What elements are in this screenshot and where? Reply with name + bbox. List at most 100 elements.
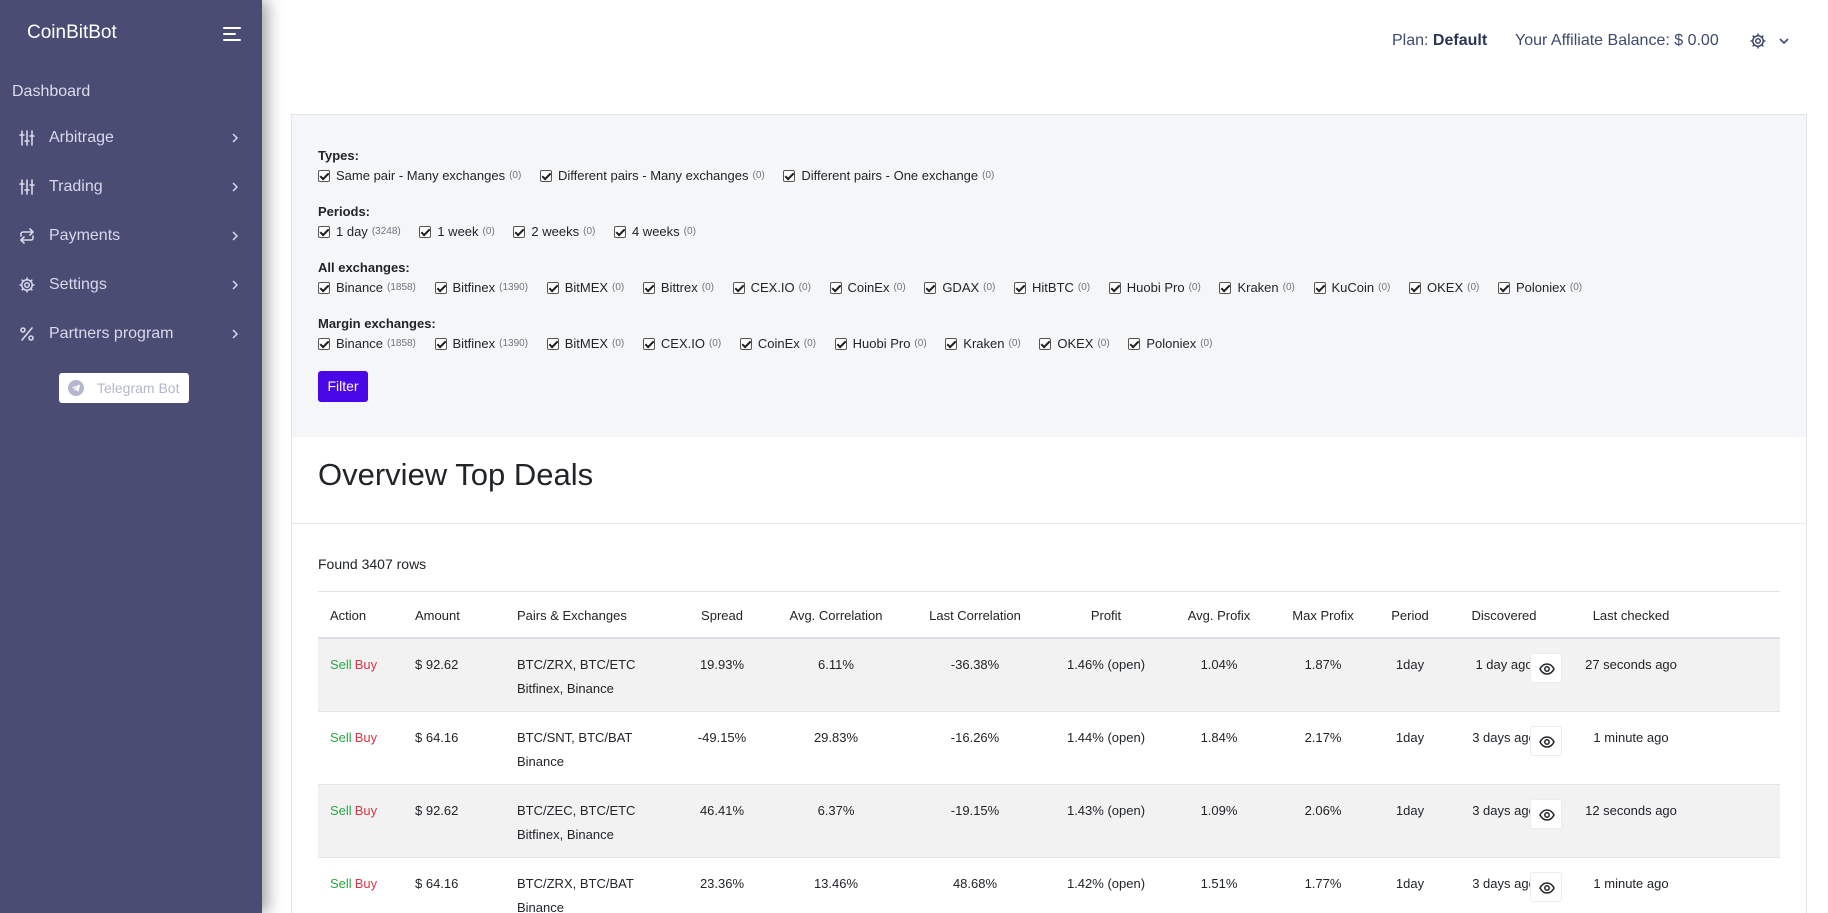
filter-period-option[interactable]: 1 week (0) <box>419 224 495 239</box>
checkbox[interactable] <box>318 225 330 238</box>
filter-exchange-option[interactable]: GDAX (0) <box>924 280 995 295</box>
col-spread[interactable]: Spread <box>701 608 743 623</box>
filter-exchange-option[interactable]: OKEX (0) <box>1409 280 1479 295</box>
buy-link[interactable]: Buy <box>355 876 377 891</box>
view-button[interactable] <box>1530 872 1562 902</box>
checkbox[interactable] <box>1014 281 1027 294</box>
checkbox[interactable] <box>1108 281 1121 294</box>
brand-logo[interactable]: CoinBitBot <box>27 22 117 44</box>
filter-margin-option[interactable]: Kraken (0) <box>945 336 1021 351</box>
checkbox[interactable] <box>513 225 526 238</box>
filter-margin-option[interactable]: CoinEx (0) <box>739 336 816 351</box>
checkbox[interactable] <box>419 225 432 238</box>
filter-exchange-option[interactable]: HitBTC (0) <box>1014 280 1090 295</box>
sidebar-item-partners-program[interactable]: Partners program <box>0 315 262 355</box>
last-checked-cell: 12 seconds ago <box>1585 803 1677 818</box>
sell-link[interactable]: Sell <box>330 730 352 745</box>
filter-exchange-option[interactable]: Kraken (0) <box>1219 280 1295 295</box>
checkbox[interactable] <box>924 281 937 294</box>
sidebar-item-arbitrage[interactable]: Arbitrage <box>0 119 262 159</box>
sidebar-item-payments[interactable]: Payments <box>0 217 262 257</box>
filter-margin-option[interactable]: BitMEX (0) <box>546 336 624 351</box>
filter-exchange-option[interactable]: Bitfinex (1390) <box>434 280 528 295</box>
filter-type-option[interactable]: Same pair - Many exchanges (0) <box>318 168 521 183</box>
col-last-correlation[interactable]: Last Correlation <box>929 608 1021 623</box>
checkbox[interactable] <box>1128 337 1141 350</box>
filter-margin-option[interactable]: Huobi Pro (0) <box>834 336 927 351</box>
col-avg-correlation[interactable]: Avg. Correlation <box>790 608 883 623</box>
filter-button[interactable]: Filter <box>318 371 368 402</box>
sell-link[interactable]: Sell <box>330 876 352 891</box>
filter-period-option[interactable]: 1 day (3248) <box>318 224 401 239</box>
checkbox[interactable] <box>539 169 552 182</box>
checkbox[interactable] <box>783 169 796 182</box>
col-amount[interactable]: Amount <box>415 608 460 623</box>
action-cell: Sell Buy <box>330 730 377 745</box>
filter-margin-option[interactable]: Binance (1858) <box>318 336 416 351</box>
filter-exchange-option[interactable]: BitMEX (0) <box>546 280 624 295</box>
col-last-checked[interactable]: Last checked <box>1593 608 1670 623</box>
filter-exchange-option[interactable]: KuCoin (0) <box>1313 280 1390 295</box>
filter-type-option[interactable]: Different pairs - Many exchanges (0) <box>539 168 765 183</box>
checkbox[interactable] <box>546 337 559 350</box>
filter-exchange-option[interactable]: CEX.IO (0) <box>732 280 811 295</box>
col-pairs[interactable]: Pairs & Exchanges <box>517 608 627 623</box>
checkbox[interactable] <box>434 337 447 350</box>
col-action[interactable]: Action <box>330 608 366 623</box>
checkbox[interactable] <box>434 281 447 294</box>
col-max-profix[interactable]: Max Profix <box>1292 608 1353 623</box>
chevron-down-icon[interactable] <box>1777 35 1791 47</box>
filter-exchange-option[interactable]: Bittrex (0) <box>642 280 714 295</box>
col-discovered[interactable]: Discovered <box>1471 608 1536 623</box>
menu-toggle-icon[interactable] <box>223 26 243 42</box>
filter-margin-option[interactable]: Bitfinex (1390) <box>434 336 528 351</box>
buy-link[interactable]: Buy <box>355 730 377 745</box>
filter-exchange-option[interactable]: CoinEx (0) <box>829 280 906 295</box>
checkbox[interactable] <box>834 337 847 350</box>
view-button[interactable] <box>1530 726 1562 756</box>
filter-margin-option[interactable]: OKEX (0) <box>1039 336 1110 351</box>
exchanges-cell: Bitfinex, Binance <box>517 681 614 696</box>
filter-exchange-option[interactable]: Poloniex (0) <box>1497 280 1582 295</box>
filter-period-option[interactable]: 4 weeks (0) <box>613 224 696 239</box>
col-avg-profix[interactable]: Avg. Profix <box>1188 608 1251 623</box>
checkbox[interactable] <box>732 281 745 294</box>
buy-link[interactable]: Buy <box>355 657 377 672</box>
checkbox[interactable] <box>642 281 655 294</box>
col-profit[interactable]: Profit <box>1091 608 1121 623</box>
checkbox[interactable] <box>613 225 626 238</box>
gear-icon[interactable] <box>1749 32 1767 50</box>
filter-exchange-option[interactable]: Huobi Pro (0) <box>1108 280 1201 295</box>
checkbox[interactable] <box>1497 281 1510 294</box>
checkbox[interactable] <box>945 337 958 350</box>
checkbox[interactable] <box>1313 281 1326 294</box>
checkbox[interactable] <box>546 281 559 294</box>
filter-type-option[interactable]: Different pairs - One exchange (0) <box>783 168 994 183</box>
sell-link[interactable]: Sell <box>330 657 352 672</box>
checkbox[interactable] <box>318 169 330 182</box>
view-button[interactable] <box>1530 653 1562 683</box>
checkbox[interactable] <box>1039 337 1052 350</box>
checkbox[interactable] <box>1219 281 1232 294</box>
sell-link[interactable]: Sell <box>330 803 352 818</box>
checkbox[interactable] <box>1409 281 1421 294</box>
checkbox[interactable] <box>739 337 752 350</box>
filter-exchange-option[interactable]: Binance (1858) <box>318 280 416 295</box>
telegram-bot-button[interactable]: Telegram Bot <box>59 373 189 403</box>
option-count: (0) <box>803 338 816 349</box>
view-button[interactable] <box>1530 799 1562 829</box>
checkbox[interactable] <box>642 337 655 350</box>
filter-period-option[interactable]: 2 weeks (0) <box>513 224 595 239</box>
sidebar-item-trading[interactable]: Trading <box>0 168 262 208</box>
buy-link[interactable]: Buy <box>355 803 377 818</box>
filter-margin-option[interactable]: CEX.IO (0) <box>642 336 721 351</box>
checkbox[interactable] <box>318 337 330 350</box>
sidebar-item-settings[interactable]: Settings <box>0 266 262 306</box>
sidebar-item-dashboard[interactable]: Dashboard <box>12 83 90 101</box>
spread-cell: -49.15% <box>697 730 747 745</box>
checkbox[interactable] <box>318 281 330 294</box>
chevron-right-icon <box>232 231 239 241</box>
filter-margin-option[interactable]: Poloniex (0) <box>1128 336 1212 351</box>
col-period[interactable]: Period <box>1391 608 1429 623</box>
checkbox[interactable] <box>829 281 842 294</box>
